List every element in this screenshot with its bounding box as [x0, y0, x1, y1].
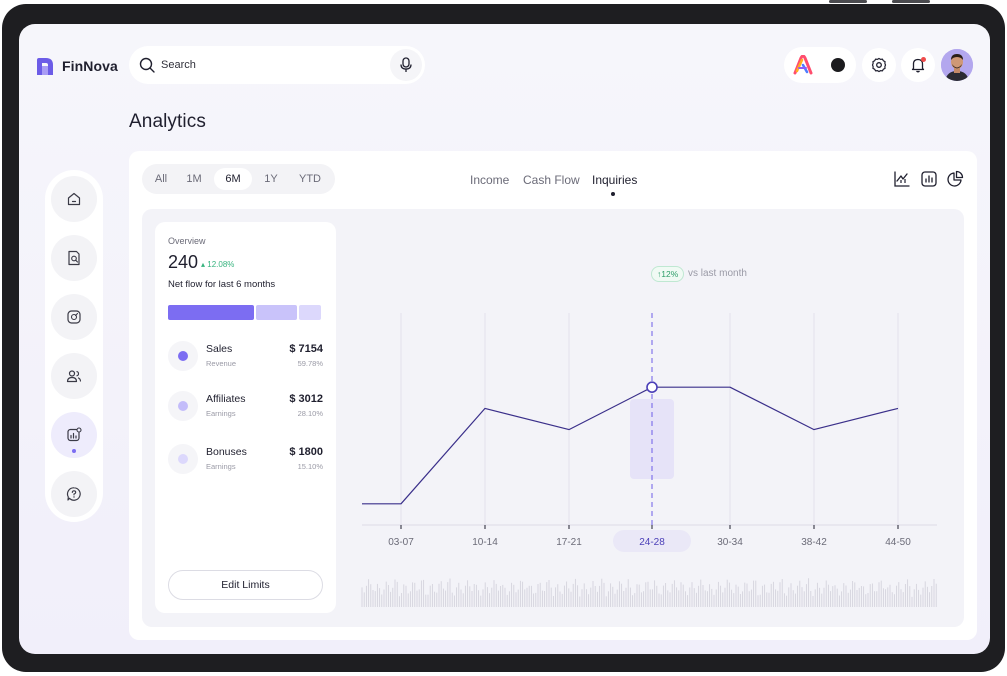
- period-all[interactable]: All: [146, 168, 176, 190]
- notification-badge: [921, 57, 926, 62]
- brand-icon: [793, 55, 813, 75]
- device-button: [892, 0, 930, 3]
- analytics-icon: [67, 427, 82, 442]
- user-photo: [941, 49, 973, 81]
- avatar[interactable]: [941, 49, 973, 81]
- data-point: [484, 407, 487, 410]
- sidebar-item-home[interactable]: [51, 176, 97, 222]
- chart-panel: Overview 240 ▴ 12.08% Net flow for last …: [142, 209, 964, 627]
- theme-switcher[interactable]: [784, 47, 856, 83]
- change-badge-value: 12%: [661, 269, 679, 279]
- sidebar: [45, 170, 103, 522]
- x-tick-label: 03-07: [388, 537, 414, 548]
- analytics-card: All 1M 6M 1Y YTD Income Cash Flow Inquir…: [129, 151, 977, 640]
- x-tick-label: 44-50: [885, 537, 911, 548]
- app-name: FinNova: [62, 58, 118, 74]
- app-screen: FinNova Search Analytics All 1M 6M 1Y YT…: [19, 24, 990, 654]
- help-icon: [66, 487, 81, 501]
- sidebar-item-analytics[interactable]: [51, 412, 97, 458]
- period-1y[interactable]: 1Y: [256, 168, 286, 190]
- data-point: [729, 386, 732, 389]
- search-input[interactable]: Search: [161, 59, 196, 71]
- data-point: [400, 502, 403, 505]
- users-icon: [66, 370, 82, 383]
- logo-icon: [37, 58, 53, 75]
- pie-chart-icon[interactable]: [946, 170, 964, 188]
- sidebar-item-search-docs[interactable]: [51, 235, 97, 281]
- page-title: Analytics: [129, 111, 206, 132]
- dark-mode-toggle[interactable]: [831, 58, 845, 72]
- data-point: [897, 407, 900, 410]
- brand-logo[interactable]: FinNova: [35, 57, 118, 75]
- settings-button[interactable]: [862, 48, 896, 82]
- search-bar[interactable]: Search: [129, 46, 425, 84]
- period-ytd[interactable]: YTD: [291, 168, 329, 190]
- tab-inquiries[interactable]: Inquiries: [592, 173, 637, 187]
- inquiries-line-chart: 03-07 10-14 17-21 24-28 30-34 38-42 44-50: [361, 313, 937, 607]
- change-badge: ↑12%: [651, 266, 685, 282]
- notifications-button[interactable]: [901, 48, 935, 82]
- active-indicator: [72, 449, 76, 453]
- line-chart-icon[interactable]: [893, 170, 911, 188]
- sidebar-item-users[interactable]: [51, 353, 97, 399]
- x-tick-label: 38-42: [801, 537, 827, 548]
- microphone-icon: [400, 57, 412, 72]
- period-1m[interactable]: 1M: [179, 168, 209, 190]
- settings-icon: [871, 57, 887, 73]
- document-search-icon: [68, 250, 80, 266]
- data-point: [813, 428, 816, 431]
- tab-active-indicator: [611, 192, 615, 196]
- period-6m[interactable]: 6M: [214, 168, 252, 190]
- x-tick-label: 30-34: [717, 537, 743, 548]
- x-tick-label: 24-28: [639, 537, 665, 548]
- sidebar-item-help[interactable]: [51, 471, 97, 517]
- highlighted-data-point: [646, 381, 658, 393]
- data-point: [568, 428, 571, 431]
- x-tick-label: 10-14: [472, 537, 498, 548]
- tablet-frame: FinNova Search Analytics All 1M 6M 1Y YT…: [2, 4, 1005, 672]
- home-icon: [67, 192, 81, 206]
- microphone-button[interactable]: [390, 49, 422, 81]
- search-icon: [139, 57, 155, 73]
- bar-chart-icon[interactable]: [920, 170, 938, 188]
- x-tick-label: 17-21: [556, 537, 582, 548]
- period-selector: All 1M 6M 1Y YTD: [142, 164, 335, 194]
- target-icon: [67, 310, 81, 324]
- comparison-label: vs last month: [688, 268, 747, 279]
- device-button: [829, 0, 867, 3]
- sidebar-item-goals[interactable]: [51, 294, 97, 340]
- tab-cash-flow[interactable]: Cash Flow: [523, 173, 580, 187]
- tab-income[interactable]: Income: [470, 173, 509, 187]
